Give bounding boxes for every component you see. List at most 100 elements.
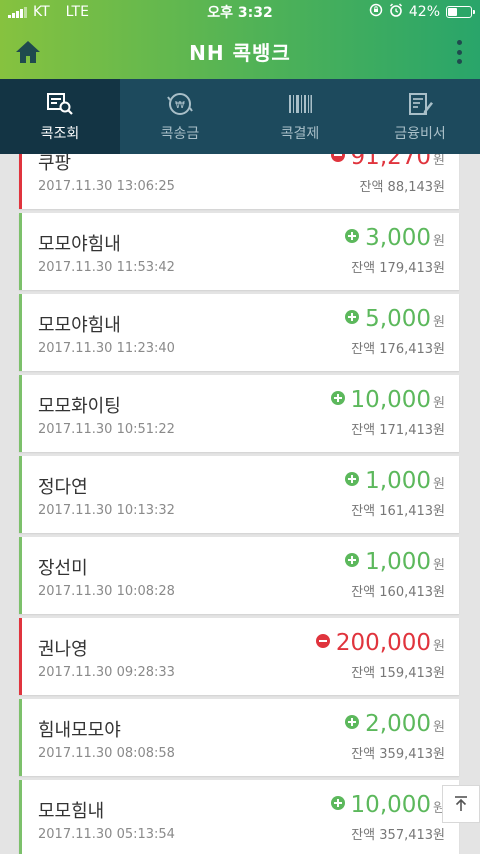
transaction-time: 2017.11.30 05:13:54 xyxy=(38,827,175,842)
transaction-time: 2017.11.30 09:28:33 xyxy=(38,665,175,680)
rotation-lock-icon xyxy=(369,3,383,21)
transaction-item[interactable]: 모모야힘내 2017.11.30 11:23:40 5,000 원잔액 176,413… xyxy=(19,294,459,371)
amount-value: 10,000 xyxy=(350,792,432,818)
amount-unit: 원 xyxy=(433,315,445,330)
transaction-balance: 잔액 171,413원 xyxy=(351,423,445,438)
transaction-amount: 3,000 원 xyxy=(345,225,445,251)
transaction-amount: 1,000 원 xyxy=(345,549,445,575)
amount-unit: 원 xyxy=(433,639,445,654)
transaction-name: 힘내모모야 xyxy=(38,720,121,741)
home-button[interactable] xyxy=(14,38,42,66)
transaction-item[interactable]: 정다연 2017.11.30 10:13:32 1,000 원잔액 161,413원 xyxy=(19,456,459,533)
tab-inquiry[interactable]: 콕조회 xyxy=(0,79,120,154)
amount-unit: 원 xyxy=(433,477,445,492)
main-tabs: 콕조회 ₩ 콕송금 콕결제 금융비서 xyxy=(0,79,480,154)
transaction-name: 정다연 xyxy=(38,477,88,498)
transaction-list[interactable]: 쿠팡 2017.11.30 13:06:25 91,270 원잔액 88,143원모모… xyxy=(0,154,480,854)
amount-value: 1,000 xyxy=(365,468,432,494)
transaction-time: 2017.11.30 10:08:28 xyxy=(38,584,175,599)
amount-unit: 원 xyxy=(433,234,445,249)
transaction-name: 쿠팡 xyxy=(38,154,72,174)
plus-circle-icon xyxy=(330,796,345,810)
transaction-amount: 2,000 원 xyxy=(345,711,445,737)
transaction-balance: 잔액 161,413원 xyxy=(351,504,445,519)
transaction-time: 2017.11.30 11:53:42 xyxy=(38,260,175,275)
plus-circle-icon xyxy=(330,391,345,405)
transaction-amount: 5,000 원 xyxy=(345,306,445,332)
transaction-name: 모모힘내 xyxy=(38,801,105,822)
tab-assistant-label: 금융비서 xyxy=(394,125,446,142)
transaction-amount: 91,270 원 xyxy=(330,154,445,170)
transaction-amount: 200,000 원 xyxy=(315,630,445,656)
transaction-item[interactable]: 모모야힘내 2017.11.30 11:53:42 3,000 원잔액 179,413… xyxy=(19,213,459,290)
transaction-time: 2017.11.30 08:08:58 xyxy=(38,746,175,761)
more-menu-button[interactable] xyxy=(452,38,466,66)
transaction-name: 권나영 xyxy=(38,639,88,660)
app-logo: NH 콕뱅크 xyxy=(189,41,291,65)
transaction-name: 모모화이팅 xyxy=(38,396,121,417)
assistant-icon xyxy=(409,92,433,115)
tab-assistant[interactable]: 금융비서 xyxy=(360,79,480,154)
plus-circle-icon xyxy=(345,715,360,729)
transaction-balance: 잔액 159,413원 xyxy=(351,666,445,681)
tab-payment-label: 콕결제 xyxy=(280,125,320,142)
transaction-balance: 잔액 88,143원 xyxy=(359,180,446,195)
app-header: NH 콕뱅크 xyxy=(0,24,480,79)
amount-value: 1,000 xyxy=(365,549,432,575)
transaction-balance: 잔액 359,413원 xyxy=(351,747,445,762)
transaction-name: 모모야힘내 xyxy=(38,234,121,255)
tab-inquiry-label: 콕조회 xyxy=(40,125,80,142)
transaction-balance: 잔액 176,413원 xyxy=(351,342,445,357)
amount-unit: 원 xyxy=(433,720,445,735)
amount-value: 5,000 xyxy=(365,306,432,332)
transaction-balance: 잔액 160,413원 xyxy=(351,585,445,600)
battery-percent: 42% xyxy=(408,4,440,20)
svg-text:₩: ₩ xyxy=(175,100,185,111)
minus-circle-icon xyxy=(330,154,345,162)
amount-value: 200,000 xyxy=(335,630,432,656)
battery-icon xyxy=(446,6,475,18)
clock: 오후 3:32 xyxy=(207,5,273,21)
tab-transfer-label: 콕송금 xyxy=(160,125,200,142)
amount-value: 3,000 xyxy=(365,225,432,251)
alarm-icon xyxy=(389,3,403,21)
carrier-label: KT xyxy=(33,4,50,20)
transaction-time: 2017.11.30 11:23:40 xyxy=(38,341,175,356)
network-label: LTE xyxy=(65,4,89,20)
plus-circle-icon xyxy=(345,310,360,324)
transaction-balance: 잔액 357,413원 xyxy=(351,828,445,843)
tab-payment[interactable]: 콕결제 xyxy=(240,79,360,154)
transaction-time: 2017.11.30 10:51:22 xyxy=(38,422,175,437)
amount-value: 10,000 xyxy=(350,387,432,413)
transaction-item[interactable]: 힘내모모야 2017.11.30 08:08:58 2,000 원잔액 359,413… xyxy=(19,699,459,776)
barcode-icon xyxy=(289,94,312,113)
scroll-top-button[interactable] xyxy=(442,785,480,823)
inquiry-icon xyxy=(47,92,73,115)
signal-icon xyxy=(8,6,27,18)
plus-circle-icon xyxy=(345,553,360,567)
amount-unit: 원 xyxy=(433,396,445,411)
tab-transfer[interactable]: ₩ 콕송금 xyxy=(120,79,240,154)
minus-circle-icon xyxy=(315,634,330,648)
transaction-item[interactable]: 모모힘내 2017.11.30 05:13:54 10,000 원잔액 357,413… xyxy=(19,780,459,854)
status-bar: KT LTE 오후 3:32 42% xyxy=(0,0,480,24)
transaction-item[interactable]: 권나영 2017.11.30 09:28:33 200,000 원잔액 159,413… xyxy=(19,618,459,695)
transaction-item[interactable]: 모모화이팅 2017.11.30 10:51:22 10,000 원잔액 171,41… xyxy=(19,375,459,452)
transaction-name: 장선미 xyxy=(38,558,88,579)
transaction-time: 2017.11.30 13:06:25 xyxy=(38,179,175,194)
plus-circle-icon xyxy=(345,229,360,243)
transaction-item[interactable]: 장선미 2017.11.30 10:08:28 1,000 원잔액 160,413원 xyxy=(19,537,459,614)
amount-unit: 원 xyxy=(433,558,445,573)
amount-value: 2,000 xyxy=(365,711,432,737)
transaction-amount: 1,000 원 xyxy=(345,468,445,494)
transaction-balance: 잔액 179,413원 xyxy=(351,261,445,276)
plus-circle-icon xyxy=(345,472,360,486)
arrow-up-to-top-icon xyxy=(455,796,467,811)
transaction-amount: 10,000 원 xyxy=(330,387,445,413)
transfer-won-icon: ₩ xyxy=(167,92,193,115)
transaction-name: 모모야힘내 xyxy=(38,315,121,336)
transaction-time: 2017.11.30 10:13:32 xyxy=(38,503,175,518)
transaction-item[interactable]: 쿠팡 2017.11.30 13:06:25 91,270 원잔액 88,143원 xyxy=(19,154,459,209)
amount-unit: 원 xyxy=(433,154,445,168)
transaction-amount: 10,000 원 xyxy=(330,792,445,818)
